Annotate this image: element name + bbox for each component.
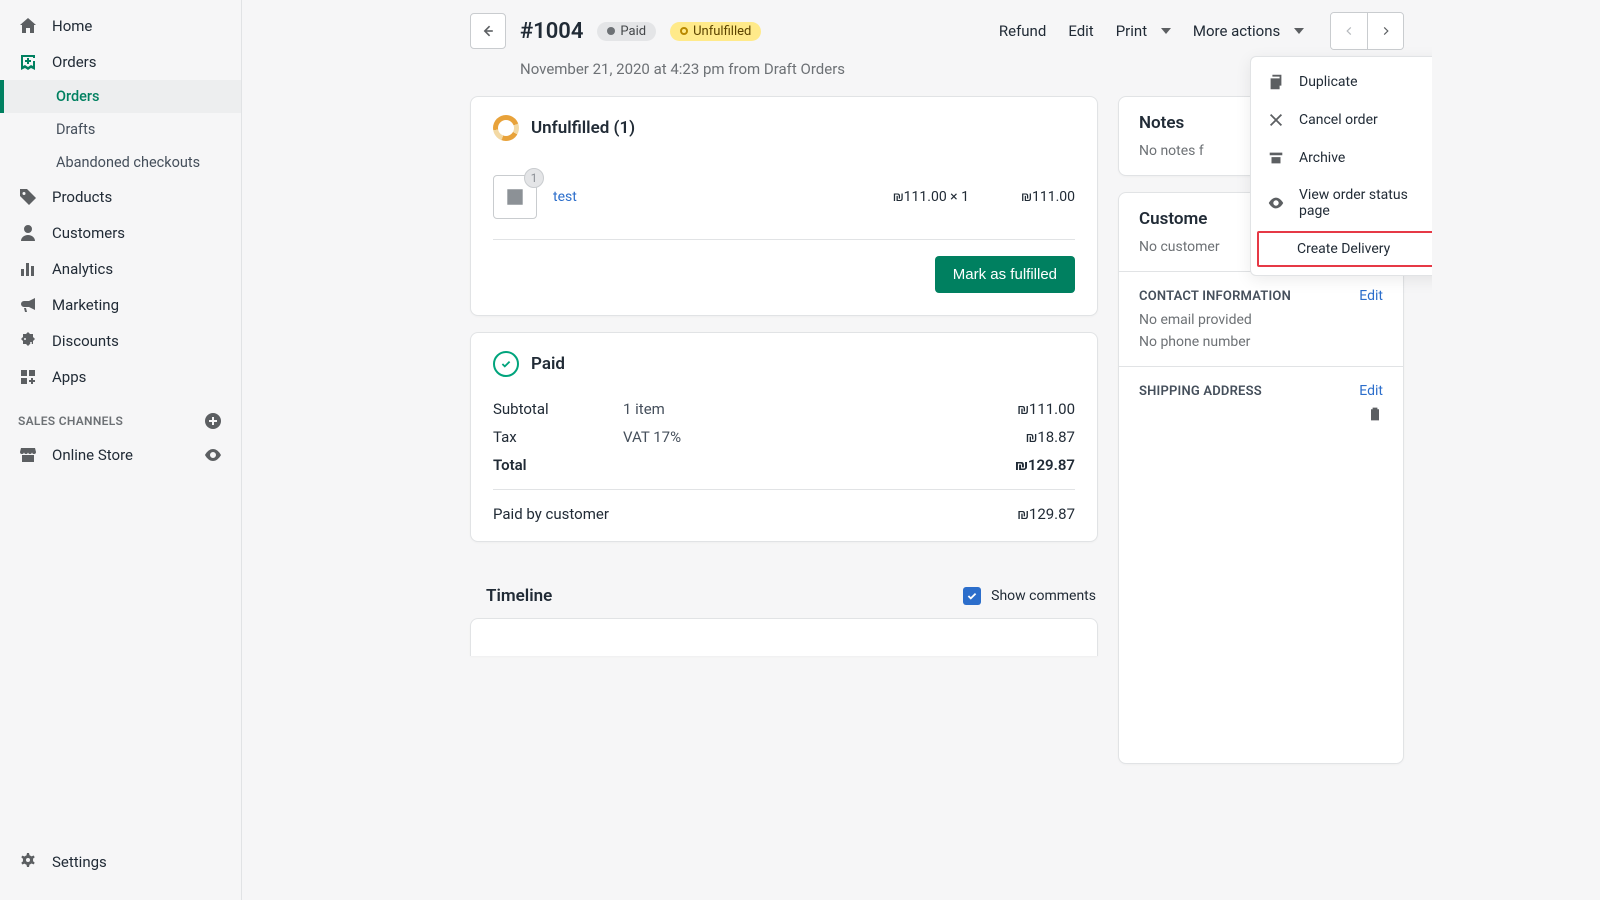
prev-order-button[interactable]	[1331, 13, 1367, 49]
refund-action[interactable]: Refund	[999, 22, 1046, 40]
subnav-orders[interactable]: Orders	[0, 80, 241, 113]
nav-products[interactable]: Products	[0, 179, 241, 215]
image-icon	[504, 186, 526, 208]
line-item-row: 1 test ₪111.00 × 1 ₪111.00	[471, 159, 1097, 239]
nav-apps[interactable]: Apps	[0, 359, 241, 395]
line-unit: ₪111.00 × 1	[893, 189, 969, 205]
nav-marketing[interactable]: Marketing	[0, 287, 241, 323]
order-header: #1004 Paid Unfulfilled Refund Edit Print…	[470, 12, 1404, 50]
edit-contact-link[interactable]: Edit	[1359, 288, 1383, 304]
next-order-button[interactable]	[1367, 13, 1403, 49]
home-icon	[18, 16, 38, 36]
menu-duplicate[interactable]: Duplicate	[1251, 63, 1432, 101]
payment-card: Paid Subtotal 1 item ₪111.00 Tax VAT 17%…	[470, 332, 1098, 542]
nav-analytics[interactable]: Analytics	[0, 251, 241, 287]
subnav-abandoned[interactable]: Abandoned checkouts	[0, 146, 241, 179]
add-channel-icon[interactable]	[203, 411, 223, 431]
subtotal-row: Subtotal 1 item ₪111.00	[471, 395, 1097, 423]
more-actions-menu: Duplicate Cancel order Archive View orde…	[1250, 56, 1432, 276]
duplicate-icon	[1267, 73, 1285, 91]
product-link[interactable]: test	[553, 189, 577, 205]
total-row: Total ₪129.87	[471, 451, 1097, 479]
nav-orders[interactable]: Orders	[0, 44, 241, 80]
bars-icon	[18, 259, 38, 279]
orders-icon	[18, 52, 38, 72]
paid-title: Paid	[531, 354, 565, 374]
menu-cancel-order[interactable]: Cancel order	[1251, 101, 1432, 139]
order-pager	[1330, 12, 1404, 50]
fulfillment-title: Unfulfilled (1)	[531, 118, 635, 138]
paid-status-icon	[493, 351, 519, 377]
close-icon	[1267, 111, 1285, 129]
subnav-drafts[interactable]: Drafts	[0, 113, 241, 146]
edit-shipping-link[interactable]: Edit	[1359, 383, 1383, 399]
nav-settings[interactable]: Settings	[0, 844, 241, 880]
eye-icon	[1267, 194, 1285, 212]
more-actions[interactable]: More actions	[1193, 22, 1304, 40]
contact-info-label: CONTACT INFORMATION	[1139, 289, 1291, 304]
fulfillment-card: Unfulfilled (1) 1 test ₪111.00 × 1 ₪111.…	[470, 96, 1098, 316]
mark-fulfilled-button[interactable]: Mark as fulfilled	[935, 256, 1075, 293]
qty-badge: 1	[524, 168, 544, 188]
apps-icon	[18, 367, 38, 387]
paid-by-row: Paid by customer ₪129.87	[471, 500, 1097, 541]
unfulfilled-status-icon	[493, 115, 519, 141]
tax-row: Tax VAT 17% ₪18.87	[471, 423, 1097, 451]
nav-label: Orders	[52, 53, 97, 71]
arrow-left-icon	[480, 23, 496, 39]
show-comments-toggle[interactable]: Show comments	[963, 587, 1096, 605]
caret-down-icon	[1161, 28, 1171, 34]
view-store-icon[interactable]	[203, 445, 223, 465]
edit-action[interactable]: Edit	[1068, 22, 1093, 40]
discount-icon	[18, 331, 38, 351]
person-icon	[18, 223, 38, 243]
contact-email: No email provided	[1139, 312, 1383, 328]
gear-icon	[18, 852, 38, 872]
back-button[interactable]	[470, 13, 506, 49]
sales-channels-header: SALES CHANNELS	[0, 395, 241, 437]
clipboard-icon[interactable]	[1139, 405, 1383, 427]
line-total: ₪111.00	[985, 189, 1075, 205]
unfulfilled-badge: Unfulfilled	[670, 22, 761, 41]
menu-archive[interactable]: Archive	[1251, 139, 1432, 177]
paid-badge: Paid	[597, 22, 656, 41]
main: #1004 Paid Unfulfilled Refund Edit Print…	[442, 0, 1432, 900]
nav-customers[interactable]: Customers	[0, 215, 241, 251]
nav-home[interactable]: Home	[0, 8, 241, 44]
sales-online-store[interactable]: Online Store	[0, 437, 241, 473]
tag-icon	[18, 187, 38, 207]
product-thumbnail[interactable]: 1	[493, 175, 537, 219]
menu-create-delivery[interactable]: Create Delivery	[1257, 231, 1432, 267]
store-icon	[18, 445, 38, 465]
nav-label: Home	[52, 17, 92, 35]
checkbox-icon	[963, 587, 981, 605]
print-action[interactable]: Print	[1116, 22, 1171, 40]
megaphone-icon	[18, 295, 38, 315]
caret-down-icon	[1294, 28, 1304, 34]
nav-discounts[interactable]: Discounts	[0, 323, 241, 359]
customer-card: Custome No customer CONTACT INFORMATION …	[1118, 192, 1404, 764]
menu-status-page[interactable]: View order status page	[1251, 177, 1432, 229]
contact-phone: No phone number	[1139, 334, 1383, 350]
archive-icon	[1267, 149, 1285, 167]
shipping-label: SHIPPING ADDRESS	[1139, 384, 1262, 399]
timeline-title: Timeline	[486, 586, 552, 606]
sidebar: Home Orders Orders Drafts Abandoned chec…	[0, 0, 242, 900]
order-title: #1004	[520, 19, 583, 44]
header-actions: Refund Edit Print More actions	[999, 12, 1404, 50]
timeline-section: Timeline Show comments	[470, 582, 1098, 656]
